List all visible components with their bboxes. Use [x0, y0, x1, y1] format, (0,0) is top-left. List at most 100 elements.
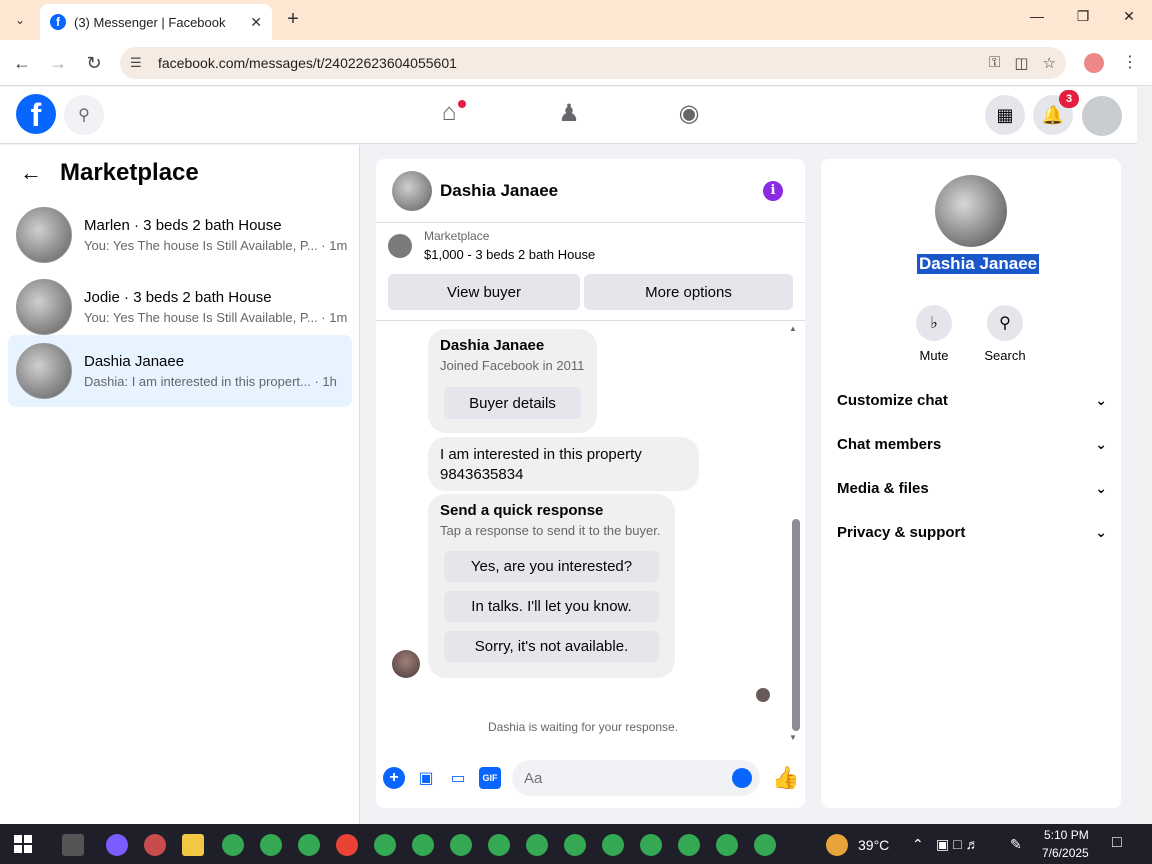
account-avatar[interactable]: [1082, 96, 1122, 136]
contact-avatar[interactable]: [392, 170, 432, 211]
clock-date[interactable]: 7/6/2025: [1042, 846, 1089, 860]
contact-name[interactable]: Dashia Janaee: [440, 181, 558, 201]
chat-scrollbar[interactable]: [792, 519, 800, 731]
chrome-icon[interactable]: [488, 834, 510, 856]
customize-chat-row[interactable]: Customize chat ⌄: [837, 378, 1107, 422]
chrome-icon[interactable]: [564, 834, 586, 856]
new-tab-icon[interactable]: +: [282, 8, 304, 30]
chat-members-row[interactable]: Chat members ⌄: [837, 422, 1107, 466]
thumbs-up-like-icon[interactable]: 👍: [772, 765, 799, 791]
buyer-details-button[interactable]: Buyer details: [444, 387, 581, 419]
chevron-down-icon: ⌄: [1095, 435, 1107, 452]
password-key-icon[interactable]: ⚿: [989, 54, 1000, 72]
chrome-icon[interactable]: [222, 834, 244, 856]
gif-icon[interactable]: GIF: [479, 767, 501, 789]
section-label: Customize chat: [837, 391, 948, 409]
chrome-icon[interactable]: [374, 834, 396, 856]
chrome-icon[interactable]: [754, 834, 776, 856]
search-icon: ⚲: [987, 305, 1023, 341]
marketplace-listing[interactable]: Marketplace $1,000 - 3 beds 2 bath House: [388, 229, 595, 262]
photo-icon[interactable]: ▣: [415, 767, 437, 789]
view-buyer-button[interactable]: View buyer: [388, 274, 580, 310]
bookmark-star-icon[interactable]: ☆: [1043, 54, 1056, 72]
scroll-down-icon[interactable]: ▼: [789, 733, 797, 742]
browser-toolbar: ← → ↻ ☰ facebook.com/messages/t/24022623…: [0, 40, 1152, 86]
task-view-icon[interactable]: [62, 834, 84, 856]
copilot-icon[interactable]: [106, 834, 128, 856]
tray-chevron-icon[interactable]: ⌃: [912, 836, 924, 853]
conversation-preview: Dashia: I am interested in this propert.…: [84, 374, 337, 389]
temperature[interactable]: 39°C: [858, 837, 889, 853]
emoji-icon[interactable]: [732, 768, 752, 788]
windows-start-icon[interactable]: [14, 835, 32, 853]
buyer-joined: Joined Facebook in 2011: [440, 358, 585, 373]
system-tray-icons[interactable]: ▣ □ ♬: [936, 836, 979, 853]
add-plus-icon[interactable]: +: [383, 767, 405, 789]
groups-icon[interactable]: ◉: [674, 99, 704, 129]
menu-grid-icon[interactable]: ▦: [985, 95, 1025, 135]
site-info-icon[interactable]: ☰: [130, 55, 148, 71]
chrome-icon[interactable]: [450, 834, 472, 856]
windows-taskbar: 39°C ⌃ ▣ □ ♬ ✎ 5:10 PM 7/6/2025 □: [0, 824, 1152, 864]
message-bubble: I am interested in this property 9843635…: [428, 437, 699, 491]
reload-icon[interactable]: ↻: [82, 51, 106, 75]
chrome-icon-active[interactable]: [336, 834, 358, 856]
chrome-icon[interactable]: [298, 834, 320, 856]
file-explorer-icon[interactable]: [182, 834, 204, 856]
conversation-name: Jodie · 3 beds 2 bath House: [84, 289, 272, 306]
page-scrollbar[interactable]: [1137, 87, 1152, 825]
quick-response-not-available-button[interactable]: Sorry, it's not available.: [444, 631, 659, 662]
pen-icon[interactable]: ✎: [1010, 836, 1022, 853]
weather-icon[interactable]: [826, 834, 848, 856]
conversation-item-active[interactable]: Dashia Janaee Dashia: I am interested in…: [8, 335, 352, 407]
message-input[interactable]: [512, 760, 760, 796]
facebook-search-icon[interactable]: ⚲: [64, 95, 104, 135]
chevron-down-icon: ⌄: [1095, 523, 1107, 540]
privacy-support-row[interactable]: Privacy & support ⌄: [837, 510, 1107, 554]
notification-center-icon[interactable]: □: [1112, 834, 1122, 852]
restore-icon[interactable]: ❐: [1068, 8, 1098, 25]
notification-badge: 3: [1059, 90, 1079, 108]
address-bar[interactable]: ☰ facebook.com/messages/t/24022623604055…: [120, 47, 1066, 79]
chrome-icon[interactable]: [640, 834, 662, 856]
browser-profile-avatar[interactable]: [1084, 53, 1104, 73]
details-name[interactable]: Dashia Janaee: [917, 254, 1040, 274]
forward-icon[interactable]: →: [46, 51, 70, 75]
clock-time[interactable]: 5:10 PM: [1044, 828, 1089, 842]
app-icon[interactable]: [144, 834, 166, 856]
quick-response-yes-button[interactable]: Yes, are you interested?: [444, 551, 659, 582]
more-options-button[interactable]: More options: [584, 274, 793, 310]
facebook-logo-icon[interactable]: f: [16, 94, 56, 134]
mute-action[interactable]: ♭ Mute: [904, 305, 964, 363]
chrome-icon[interactable]: [678, 834, 700, 856]
scroll-up-icon[interactable]: ▲: [789, 324, 797, 333]
tab-close-icon[interactable]: ✕: [250, 14, 262, 31]
chrome-icon[interactable]: [412, 834, 434, 856]
conversation-avatar: [16, 343, 72, 399]
friends-icon[interactable]: ♟: [554, 99, 584, 129]
conversation-preview: You: Yes The house Is Still Available, P…: [84, 238, 348, 253]
back-icon[interactable]: ←: [10, 51, 34, 75]
chrome-icon[interactable]: [526, 834, 548, 856]
browser-tab-bar: ⌄ f (3) Messenger | Facebook ✕ + — ❐ ✕: [0, 0, 1152, 40]
conversation-avatar: [16, 279, 72, 335]
tab-search-dropdown-icon[interactable]: ⌄: [8, 8, 32, 32]
info-icon[interactable]: i: [763, 181, 783, 201]
window-close-icon[interactable]: ✕: [1114, 8, 1144, 25]
conversation-item[interactable]: Jodie · 3 beds 2 bath House You: Yes The…: [8, 271, 352, 343]
quick-response-in-talks-button[interactable]: In talks. I'll let you know.: [444, 591, 659, 622]
tab-title: (3) Messenger | Facebook: [74, 14, 226, 30]
chrome-icon[interactable]: [716, 834, 738, 856]
minimize-icon[interactable]: —: [1022, 8, 1052, 24]
back-arrow-icon[interactable]: ←: [20, 160, 42, 186]
details-avatar[interactable]: [935, 175, 1007, 247]
media-files-row[interactable]: Media & files ⌄: [837, 466, 1107, 510]
sticker-icon[interactable]: ▭: [447, 767, 469, 789]
chrome-icon[interactable]: [260, 834, 282, 856]
conversation-item[interactable]: Marlen · 3 beds 2 bath House You: Yes Th…: [8, 199, 352, 271]
search-action[interactable]: ⚲ Search: [975, 305, 1035, 363]
install-app-icon[interactable]: ◫: [1014, 54, 1028, 72]
browser-tab[interactable]: f (3) Messenger | Facebook ✕: [40, 4, 272, 40]
browser-menu-icon[interactable]: ⋮: [1122, 52, 1138, 72]
chrome-icon[interactable]: [602, 834, 624, 856]
